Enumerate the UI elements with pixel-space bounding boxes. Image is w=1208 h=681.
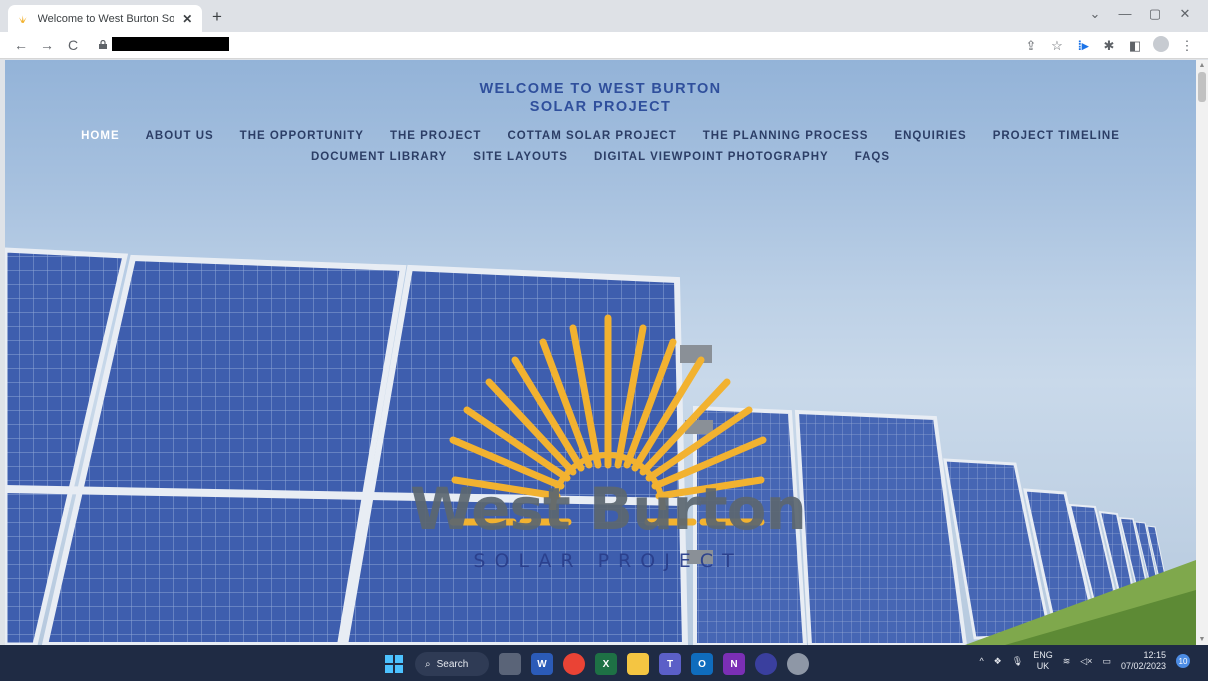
word-icon[interactable]: W: [531, 653, 553, 675]
lang-line1: ENG: [1033, 650, 1053, 660]
nav-the-project[interactable]: THE PROJECT: [390, 130, 482, 142]
nav-digital-viewpoint-photography[interactable]: DIGITAL VIEWPOINT PHOTOGRAPHY: [594, 151, 829, 163]
new-tab-button[interactable]: +: [208, 7, 226, 27]
window-controls: ⌄ — ▢ ✕: [1080, 6, 1200, 22]
address-bar[interactable]: [112, 37, 229, 51]
app-icon[interactable]: [755, 653, 777, 675]
browser-tabstrip: Welcome to West Burton Solar P ✕ + ⌄ — ▢…: [0, 0, 1208, 32]
close-tab-icon[interactable]: ✕: [180, 12, 194, 26]
logo-wordmark: West Burton: [410, 475, 807, 543]
main-navigation: HOME ABOUT US THE OPPORTUNITY THE PROJEC…: [5, 130, 1196, 172]
puzzle-icon[interactable]: ✱: [1098, 38, 1120, 54]
tab-title: Welcome to West Burton Solar P: [37, 12, 175, 25]
reload-button[interactable]: C: [64, 37, 82, 53]
site-title-line2: SOLAR PROJECT: [529, 99, 672, 115]
search-label: Search: [436, 658, 469, 670]
taskbar-search[interactable]: ⌕ Search: [415, 652, 489, 676]
nav-cottam-solar-project[interactable]: COTTAM SOLAR PROJECT: [507, 130, 676, 142]
windows-start-icon[interactable]: [383, 653, 405, 675]
clock-time: 12:15: [1143, 650, 1166, 660]
mic-icon[interactable]: 🎙: [1012, 656, 1023, 667]
battery-icon[interactable]: ▭: [1102, 656, 1111, 667]
logo-subtitle: SOLAR PROJECT: [473, 550, 743, 572]
nav-about-us[interactable]: ABOUT US: [146, 130, 214, 142]
star-icon[interactable]: ☆: [1046, 38, 1068, 54]
onenote-icon[interactable]: N: [723, 653, 745, 675]
site-title-line1: WELCOME TO WEST BURTON: [479, 81, 722, 97]
tab-search-button[interactable]: ⌄: [1080, 6, 1110, 22]
nav-document-library[interactable]: DOCUMENT LIBRARY: [311, 151, 447, 163]
minimize-button[interactable]: —: [1110, 6, 1140, 22]
toolbar-actions: ⇪ ☆ ⁞▸ ✱ ◧ ⋮: [1020, 36, 1198, 55]
excel-icon[interactable]: X: [595, 653, 617, 675]
nav-project-timeline[interactable]: PROJECT TIMELINE: [993, 130, 1120, 142]
scroll-thumb[interactable]: [1198, 72, 1206, 102]
chrome-icon[interactable]: [563, 653, 585, 675]
chevron-up-icon[interactable]: ^: [979, 656, 983, 666]
extension-icon[interactable]: ⁞▸: [1072, 38, 1094, 54]
nav-enquiries[interactable]: ENQUIRIES: [894, 130, 966, 142]
task-view-icon[interactable]: [499, 653, 521, 675]
search-icon: ⌕: [425, 658, 431, 670]
nav-planning-process[interactable]: THE PLANNING PROCESS: [703, 130, 869, 142]
browser-toolbar: ← → C ⇪ ☆ ⁞▸ ✱ ◧ ⋮: [0, 32, 1208, 59]
dropbox-icon[interactable]: ❖: [994, 656, 1002, 667]
nav-row-2: DOCUMENT LIBRARY SITE LAYOUTS DIGITAL VI…: [5, 151, 1196, 163]
system-tray: ^ ❖ 🎙 ENG UK ≋ ◁× ▭ 12:15 07/02/2023 10: [979, 650, 1190, 672]
outlook-icon[interactable]: O: [691, 653, 713, 675]
wifi-icon[interactable]: ≋: [1063, 656, 1071, 667]
clock[interactable]: 12:15 07/02/2023: [1121, 650, 1166, 672]
teams-icon[interactable]: T: [659, 653, 681, 675]
language-indicator[interactable]: ENG UK: [1033, 650, 1053, 672]
menu-icon[interactable]: ⋮: [1176, 38, 1198, 54]
clock-date: 07/02/2023: [1120, 661, 1166, 671]
nav-faqs[interactable]: FAQS: [855, 151, 890, 163]
browser-tab[interactable]: Welcome to West Burton Solar P ✕: [8, 5, 202, 32]
nav-row-1: HOME ABOUT US THE OPPORTUNITY THE PROJEC…: [5, 130, 1196, 142]
sidebar-icon[interactable]: ◧: [1124, 38, 1146, 54]
notification-badge[interactable]: 10: [1176, 654, 1190, 668]
restore-button[interactable]: ▢: [1140, 6, 1170, 22]
hero-section: WELCOME TO WEST BURTON SOLAR PROJECT HOM…: [5, 60, 1196, 645]
lang-line2: UK: [1036, 661, 1050, 671]
profile-icon[interactable]: [1150, 36, 1172, 55]
taskbar-apps: ⌕ Search W X T O N: [383, 652, 809, 676]
lock-icon: [99, 40, 107, 49]
page-scrollbar[interactable]: ▲ ▼: [1196, 60, 1208, 645]
settings-icon[interactable]: [787, 653, 809, 675]
close-window-button[interactable]: ✕: [1170, 6, 1200, 22]
nav-home[interactable]: HOME: [81, 130, 120, 142]
volume-icon[interactable]: ◁×: [1080, 656, 1092, 667]
scroll-down-icon[interactable]: ▼: [1196, 636, 1208, 643]
share-icon[interactable]: ⇪: [1020, 38, 1042, 54]
file-explorer-icon[interactable]: [627, 653, 649, 675]
nav-site-layouts[interactable]: SITE LAYOUTS: [473, 151, 568, 163]
back-button[interactable]: ←: [12, 37, 30, 53]
windows-taskbar: ⌕ Search W X T O N ^ ❖ 🎙 ENG UK ≋ ◁× ▭ 1…: [0, 645, 1208, 681]
nav-the-opportunity[interactable]: THE OPPORTUNITY: [240, 130, 364, 142]
sun-favicon-icon: [18, 14, 27, 23]
site-title: WELCOME TO WEST BURTON SOLAR PROJECT: [5, 80, 1196, 116]
forward-button[interactable]: →: [38, 37, 56, 53]
scroll-up-icon[interactable]: ▲: [1196, 62, 1208, 69]
